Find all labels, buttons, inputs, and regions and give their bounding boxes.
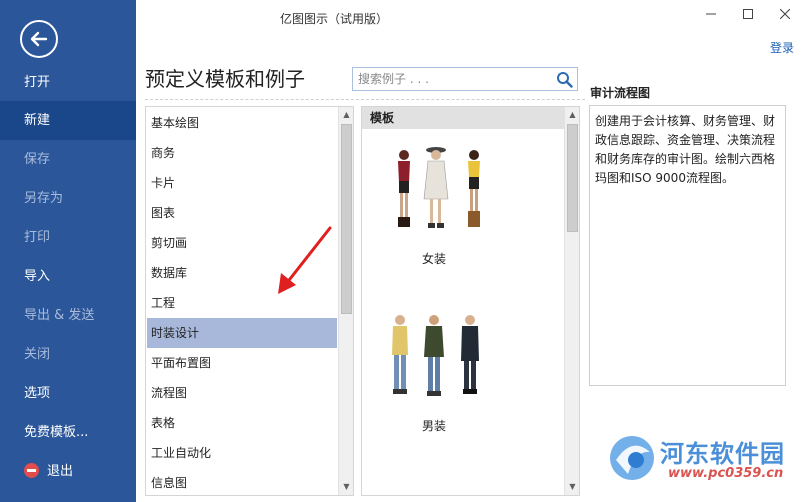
category-item[interactable]: 基本绘图	[147, 108, 337, 138]
scroll-thumb[interactable]	[341, 124, 352, 314]
scroll-down-icon[interactable]: ▼	[565, 479, 579, 494]
window-title: 亿图图示（试用版）	[280, 12, 389, 26]
page-title: 预定义模板和例子	[145, 67, 305, 91]
sidebar-item-save[interactable]: 保存	[0, 140, 136, 179]
watermark-logo-icon	[610, 436, 654, 480]
sidebar-item-new[interactable]: 新建	[0, 101, 136, 140]
sidebar-item-exit-label: 退出	[47, 464, 74, 479]
description-title: 审计流程图	[590, 86, 651, 100]
sidebar-item-options[interactable]: 选项	[0, 374, 136, 413]
sidebar-item-export-send[interactable]: 导出 & 发送	[0, 296, 136, 335]
category-item[interactable]: 流程图	[147, 378, 337, 408]
category-item[interactable]: 表格	[147, 408, 337, 438]
annotation-arrow-icon	[278, 226, 332, 294]
template-section-header: 模板	[362, 107, 564, 129]
sidebar-item-open[interactable]: 打开	[0, 63, 136, 102]
template-panel: 模板 女装 男装 ▲ ▼	[361, 106, 580, 496]
search-input[interactable]	[356, 70, 546, 88]
login-link[interactable]: 登录	[770, 39, 794, 56]
description-text: 创建用于会计核算、财务管理、财政信息跟踪、资金管理、决策流程和财务库存的审计图。…	[589, 105, 786, 386]
scroll-up-icon[interactable]: ▲	[339, 107, 353, 122]
scroll-down-icon[interactable]: ▼	[339, 479, 353, 494]
search-icon[interactable]	[556, 71, 573, 88]
template-label-menswear[interactable]: 男装	[422, 417, 446, 434]
sidebar-item-free-templates[interactable]: 免费模板...	[0, 413, 136, 452]
category-item[interactable]: 商务	[147, 138, 337, 168]
minimize-button[interactable]	[701, 6, 721, 26]
category-scrollbar[interactable]: ▲ ▼	[338, 107, 353, 495]
template-scrollbar[interactable]: ▲ ▼	[564, 107, 579, 495]
mens-fashion-thumbnail[interactable]	[386, 313, 508, 401]
category-item-selected[interactable]: 时装设计	[147, 318, 337, 348]
scroll-thumb[interactable]	[567, 124, 578, 232]
maximize-icon	[743, 9, 753, 19]
sidebar-item-import[interactable]: 导入	[0, 257, 136, 296]
scroll-up-icon[interactable]: ▲	[565, 107, 579, 122]
category-list: 基本绘图 商务 卡片 图表 剪切画 数据库 工程 时装设计 平面布置图 流程图 …	[145, 106, 354, 496]
watermark: 河东软件园 www.pc0359.cn	[606, 430, 806, 500]
back-arrow-icon	[30, 31, 48, 47]
close-icon	[779, 8, 791, 20]
sidebar-item-save-as[interactable]: 另存为	[0, 179, 136, 218]
maximize-button[interactable]	[738, 6, 758, 26]
template-label-womenswear[interactable]: 女装	[422, 250, 446, 267]
category-item[interactable]: 卡片	[147, 168, 337, 198]
header-divider	[145, 99, 585, 100]
exit-icon	[24, 463, 39, 478]
sidebar-item-exit[interactable]: 退出	[0, 452, 136, 491]
category-item[interactable]: 信息图	[147, 468, 337, 495]
close-window-button[interactable]	[775, 6, 795, 26]
womens-fashion-thumbnail[interactable]	[386, 145, 508, 233]
sidebar-item-print[interactable]: 打印	[0, 218, 136, 257]
watermark-site-name: 河东软件园	[660, 440, 785, 468]
category-item[interactable]: 工业自动化	[147, 438, 337, 468]
back-button[interactable]	[20, 20, 58, 58]
search-box[interactable]	[352, 67, 578, 91]
sidebar-item-close[interactable]: 关闭	[0, 335, 136, 374]
category-item[interactable]: 平面布置图	[147, 348, 337, 378]
watermark-url: www.pc0359.cn	[668, 466, 784, 481]
backstage-sidebar: 打开 新建 保存 另存为 打印 导入 导出 & 发送 关闭 选项 免费模板...…	[0, 0, 136, 502]
minimize-icon	[706, 13, 716, 15]
